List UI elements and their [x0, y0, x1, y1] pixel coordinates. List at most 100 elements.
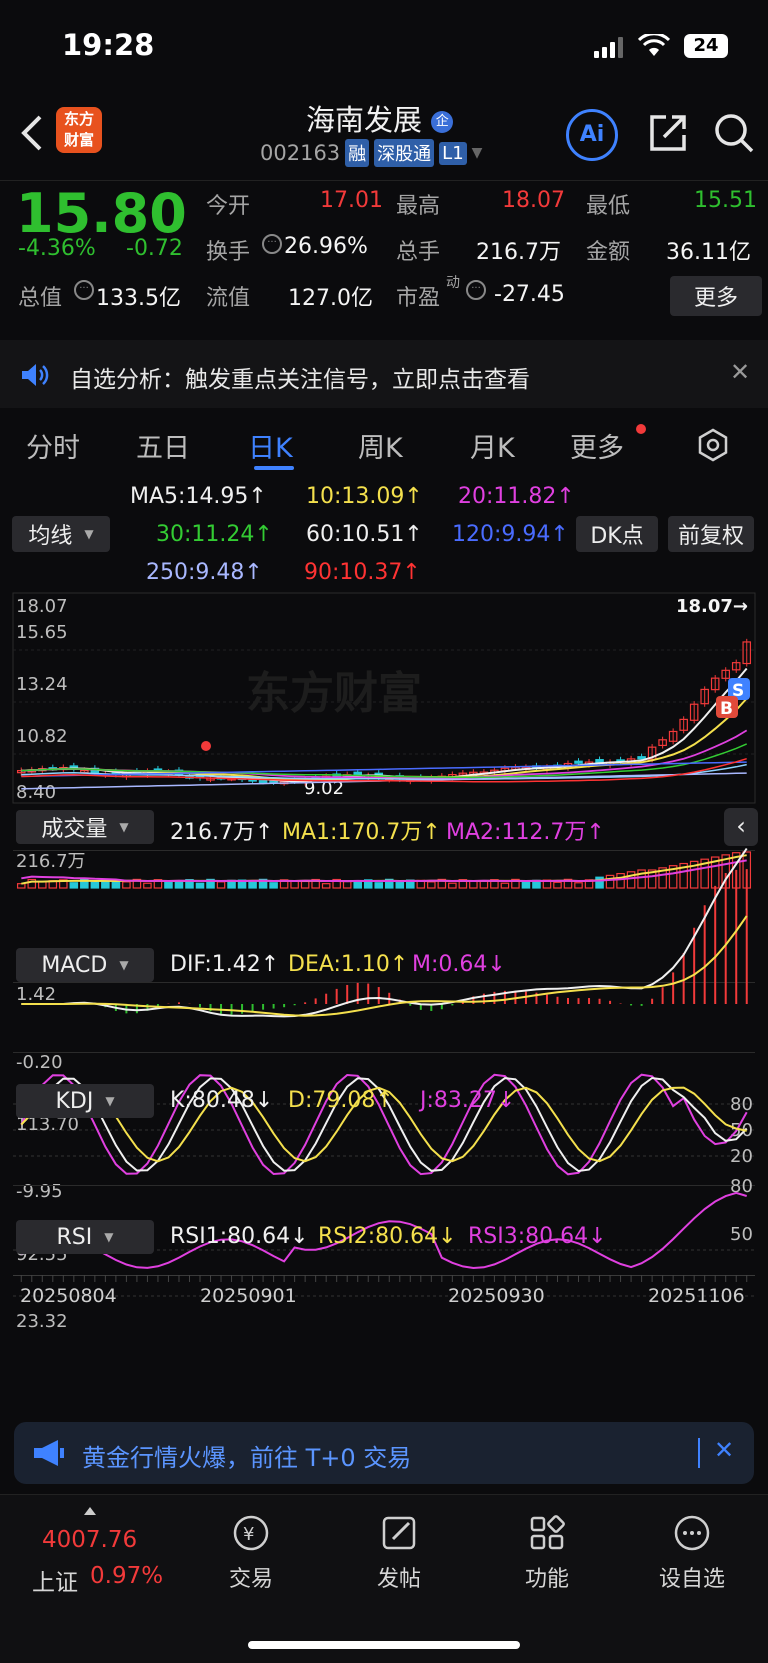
volume-header: 成交量 ▼ 216.7万↑ MA1:170.7万↑ MA2:112.7万↑ ‹ — [0, 808, 768, 848]
low-label: 最低 — [586, 194, 631, 219]
logo-text: 财富 — [63, 131, 94, 149]
ma120-line — [21, 761, 747, 778]
app-logo: 东方 财富 — [56, 107, 102, 153]
macd-histogram — [72, 869, 748, 1015]
triangle-up-icon — [84, 1507, 96, 1515]
nav-post[interactable]: 发帖 — [364, 1511, 434, 1593]
dk-point-button[interactable]: DK点 — [576, 516, 658, 552]
banner-text: 黄金行情火爆，前往 T+0 交易 — [82, 1444, 412, 1472]
turnover-label: 换手 — [206, 240, 251, 265]
volume-bar — [122, 881, 131, 889]
buy-signal-label: B — [720, 699, 733, 719]
rsi1: RSI1:80.64↓ — [170, 1224, 309, 1249]
volume-ma2: MA2:112.7万↑ — [446, 820, 605, 845]
volume-selector[interactable]: 成交量 ▼ — [16, 810, 154, 844]
volume-bar — [616, 873, 625, 889]
kdj-y-label: -9.95 — [16, 1181, 63, 1202]
more-button[interactable]: 更多 — [670, 276, 762, 316]
date-ticks — [20, 1275, 748, 1282]
ma20-value: 20:11.82↑ — [458, 484, 575, 509]
macd-selector[interactable]: MACD ▼ — [16, 948, 154, 982]
open-value: 17.01 — [320, 188, 383, 213]
watermark: 东方财富 — [246, 668, 422, 719]
battery-icon: 24 — [684, 34, 728, 58]
change-percent: -4.36% — [18, 236, 96, 261]
tab-five-day[interactable]: 五日 — [136, 426, 190, 465]
macd-y-label: -0.20 — [16, 1052, 63, 1073]
kdj-selector[interactable]: KDJ ▼ — [16, 1084, 154, 1118]
tab-daily-k[interactable]: 日K — [248, 426, 293, 465]
date-label: 20250901 — [200, 1285, 297, 1307]
nav-function[interactable]: 功能 — [512, 1511, 582, 1593]
candle-body — [258, 779, 268, 784]
index-percent: 0.97% — [90, 1563, 164, 1589]
kline-chart-area[interactable]: 东方财富 18.07 15.65 13.24 10.82 8.40 18.07→… — [0, 590, 768, 1410]
tab-weekly-k[interactable]: 周K — [358, 426, 403, 465]
promo-banner[interactable]: 黄金行情火爆，前往 T+0 交易 ✕ — [14, 1422, 754, 1484]
high-marker: 18.07→ — [676, 596, 748, 617]
more-label: 更多 — [693, 286, 738, 311]
date-label: 20250804 — [20, 1285, 117, 1307]
volume-bar — [16, 883, 26, 889]
close-icon[interactable]: ✕ — [730, 358, 750, 386]
gear-icon[interactable] — [696, 428, 730, 462]
volume-label: 总手 — [396, 240, 441, 265]
y-axis-label: 8.40 — [16, 782, 56, 803]
volume-bar — [469, 880, 478, 889]
info-icon[interactable]: ··· — [466, 280, 486, 300]
ma90-value: 90:10.37↑ — [304, 560, 421, 585]
nav-post-label: 发帖 — [376, 1567, 421, 1592]
float-cap-value: 127.0亿 — [288, 286, 373, 311]
share-icon[interactable] — [646, 111, 690, 155]
edit-icon — [382, 1516, 416, 1550]
market-cap-label: 总值 — [18, 286, 63, 311]
chevron-down-icon[interactable]: ▼ — [472, 145, 483, 161]
ma-selector[interactable]: 均线 ▼ — [12, 516, 110, 552]
nav-function-label: 功能 — [524, 1567, 569, 1592]
macd-y-label: 1.42 — [16, 984, 56, 1005]
notice-bar[interactable]: 自选分析：触发重点关注信号，立即点击查看 ✕ — [0, 340, 768, 408]
volume-bar — [216, 881, 226, 889]
date-axis — [13, 1275, 755, 1276]
info-icon[interactable]: ··· — [74, 280, 94, 300]
index-ticker[interactable]: 4007.76 上证 0.97% — [32, 1505, 182, 1605]
nav-add-watchlist[interactable]: 设自选 — [652, 1511, 732, 1593]
ma-legend: MA5:14.95↑ 10:13.09↑ 20:11.82↑ 均线 ▼ 30:11… — [0, 480, 768, 590]
tab-monthly-k[interactable]: 月K — [470, 426, 515, 465]
speaker-icon — [22, 364, 49, 386]
nav-trade-label: 交易 — [228, 1567, 273, 1592]
close-icon[interactable]: ✕ — [714, 1436, 734, 1464]
volume-bar — [521, 881, 531, 889]
date-label: 20251106 — [648, 1285, 745, 1307]
stock-title[interactable]: 海南发展 企 — [306, 97, 454, 139]
macd-dif: DIF:1.42↑ — [170, 952, 280, 977]
tab-intraday[interactable]: 分时 — [26, 426, 80, 465]
stock-name: 海南发展 — [306, 103, 423, 137]
macd-header: MACD ▼ DIF:1.42↑ DEA:1.10↑ M:0.64↓ — [0, 946, 768, 986]
notice-text: 自选分析：触发重点关注信号，立即点击查看 — [70, 367, 530, 393]
kdj-d: D:79.08↑ — [288, 1088, 394, 1113]
date-label: 20250930 — [448, 1285, 545, 1307]
volume-bar — [164, 880, 173, 889]
kdj-selector-label: KDJ — [55, 1088, 94, 1114]
search-icon[interactable] — [712, 111, 756, 155]
pe-value: -27.45 — [494, 282, 565, 307]
candle-body — [574, 760, 583, 764]
rsi-selector[interactable]: RSI ▼ — [16, 1220, 154, 1254]
rsi3: RSI3:80.64↓ — [468, 1224, 607, 1249]
info-icon[interactable]: ··· — [262, 234, 282, 254]
volume-bar — [90, 881, 100, 889]
candle-body — [353, 771, 362, 776]
adjust-button[interactable]: 前复权 — [668, 516, 754, 552]
ai-button[interactable]: Ai — [566, 109, 618, 161]
rsi-header: RSI ▼ RSI1:80.64↓ RSI2:80.64↓ RSI3:80.64↓ — [0, 1218, 768, 1258]
nav-trade[interactable]: ¥ 交易 — [216, 1511, 286, 1593]
tab-more[interactable]: 更多 — [570, 426, 624, 465]
signal-icon — [594, 36, 624, 58]
level-tag: L1 — [439, 141, 467, 165]
back-icon[interactable] — [18, 113, 46, 153]
collapse-panel-button[interactable]: ‹ — [724, 808, 758, 846]
kdj-k: K:80.48↓ — [170, 1088, 274, 1113]
status-bar: 19:28 24 — [0, 0, 768, 95]
volume-bar — [300, 880, 310, 889]
